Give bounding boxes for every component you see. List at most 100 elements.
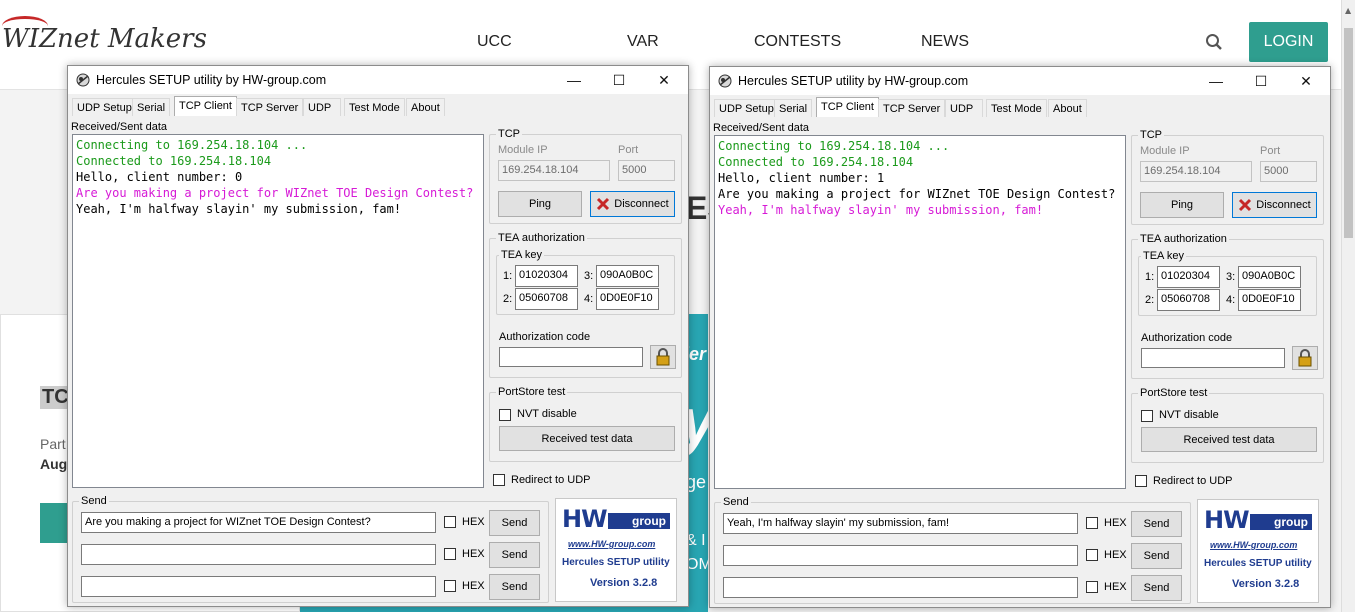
nav-news[interactable]: NEWS [921,33,969,51]
authorization-code-field[interactable] [499,347,643,367]
hw-logo-mark: HW [562,505,608,533]
portstore-title: PortStore test [496,386,568,398]
contest-card-button[interactable] [40,503,70,543]
port-field[interactable]: 5000 [618,160,675,181]
title-bar[interactable]: Hercules SETUP utility by HW-group.com —… [68,66,688,94]
tab-udp-setup[interactable]: UDP Setup [714,99,779,117]
title-bar[interactable]: Hercules SETUP utility by HW-group.com —… [710,67,1330,95]
tea-key-group: TEA key 1: 01020304 3: 090A0B0C 2: 05060… [1138,250,1317,316]
window-title: Hercules SETUP utility by HW-group.com [96,73,327,87]
tab-tcp-server[interactable]: TCP Server [878,99,946,117]
send-input-1[interactable]: Are you making a project for WIZnet TOE … [81,512,436,533]
send-button-3[interactable]: Send [489,574,540,600]
terminal-message-a: Are you making a project for WIZnet TOE … [718,187,1116,201]
send-input-2[interactable] [723,545,1078,566]
page-scrollbar[interactable]: ▲ [1341,0,1355,612]
module-ip-field[interactable]: 169.254.18.104 [498,160,610,181]
hercules-app-icon [76,73,90,87]
hw-group-logo[interactable]: HW group www.HW-group.com Hercules SETUP… [555,498,677,602]
close-icon[interactable]: ✕ [1284,69,1328,93]
nvt-disable-label: NVT disable [517,408,577,420]
tab-tcp-client[interactable]: TCP Client [816,97,879,117]
minimize-icon[interactable]: — [552,68,596,92]
search-icon[interactable] [1205,33,1223,51]
send-button-2[interactable]: Send [1131,543,1182,569]
redirect-udp-checkbox[interactable] [493,474,505,486]
tea-key-number: 4: [1226,294,1236,306]
hw-utility-name: Hercules SETUP utility [1204,558,1312,569]
send-input-1[interactable]: Yeah, I'm halfway slayin' my submission,… [723,513,1078,534]
send-button-3[interactable]: Send [1131,575,1182,601]
nav-contests[interactable]: CONTESTS [754,33,841,51]
send-input-3[interactable] [81,576,436,597]
tab-serial[interactable]: Serial [774,99,813,117]
tea-key-4-field[interactable]: 0D0E0F10 [596,288,659,310]
disconnect-label: Disconnect [614,198,669,210]
send-button-1[interactable]: Send [1131,511,1182,537]
ping-button[interactable]: Ping [498,191,582,217]
redirect-udp-checkbox[interactable] [1135,475,1147,487]
page-scrollbar-thumb[interactable] [1344,28,1353,238]
tea-key-3-field[interactable]: 090A0B0C [1238,266,1301,288]
tab-about[interactable]: About [406,98,445,116]
nav-ucc[interactable]: UCC [477,33,512,51]
tea-key-number: 3: [1226,271,1236,283]
window-title: Hercules SETUP utility by HW-group.com [738,74,969,88]
hex-checkbox-2[interactable] [1086,549,1098,561]
hex-checkbox-3[interactable] [444,580,456,592]
nvt-disable-label: NVT disable [1159,409,1219,421]
close-icon[interactable]: ✕ [642,68,686,92]
send-input-2[interactable] [81,544,436,565]
port-label: Port [1260,145,1281,157]
received-test-data-button[interactable]: Received test data [1141,427,1317,452]
nvt-disable-checkbox[interactable] [499,409,511,421]
tab-about[interactable]: About [1048,99,1087,117]
tab-tcp-server[interactable]: TCP Server [236,98,304,116]
hex-checkbox-2[interactable] [444,548,456,560]
tab-udp[interactable]: UDP [945,99,983,117]
site-logo[interactable]: WIZnet Makers [2,24,207,54]
minimize-icon[interactable]: — [1194,69,1238,93]
hex-checkbox-1[interactable] [444,516,456,528]
terminal-conversation: Are you making a project for WIZnet TOE … [718,186,1122,218]
tab-tcp-client[interactable]: TCP Client [174,96,237,116]
tea-key-3-field[interactable]: 090A0B0C [596,265,659,287]
terminal-line: Connecting to 169.254.18.104 ... [76,138,308,152]
received-data-terminal[interactable]: Connecting to 169.254.18.104 ... Connecte… [714,135,1126,489]
send-button-2[interactable]: Send [489,542,540,568]
received-test-data-button[interactable]: Received test data [499,426,675,451]
send-button-1[interactable]: Send [489,510,540,536]
send-input-3[interactable] [723,577,1078,598]
login-button[interactable]: LOGIN [1249,22,1328,62]
tea-authorization-title: TEA authorization [1138,233,1229,245]
hex-checkbox-1[interactable] [1086,517,1098,529]
hex-checkbox-3[interactable] [1086,581,1098,593]
scroll-up-icon[interactable]: ▲ [1345,6,1351,15]
tab-udp[interactable]: UDP [303,98,341,116]
lock-button[interactable] [650,345,676,369]
tab-udp-setup[interactable]: UDP Setup [72,98,137,116]
tea-key-1-field[interactable]: 01020304 [515,265,578,287]
hw-group-url[interactable]: www.HW-group.com [1210,540,1297,550]
tea-key-2-field[interactable]: 05060708 [1157,289,1220,311]
tea-key-1-field[interactable]: 01020304 [1157,266,1220,288]
port-field[interactable]: 5000 [1260,161,1317,182]
disconnect-button[interactable]: Disconnect [1232,192,1317,218]
maximize-icon[interactable]: ☐ [597,68,641,92]
hw-group-url[interactable]: www.HW-group.com [568,539,655,549]
hw-group-logo[interactable]: HW group www.HW-group.com Hercules SETUP… [1197,499,1319,603]
maximize-icon[interactable]: ☐ [1239,69,1283,93]
nvt-disable-checkbox[interactable] [1141,410,1153,422]
tab-serial[interactable]: Serial [132,98,171,116]
tab-test-mode[interactable]: Test Mode [344,98,405,116]
module-ip-field[interactable]: 169.254.18.104 [1140,161,1252,182]
tab-test-mode[interactable]: Test Mode [986,99,1047,117]
nav-var[interactable]: VAR [627,33,659,51]
received-data-terminal[interactable]: Connecting to 169.254.18.104 ... Connecte… [72,134,484,488]
authorization-code-field[interactable] [1141,348,1285,368]
ping-button[interactable]: Ping [1140,192,1224,218]
lock-button[interactable] [1292,346,1318,370]
tea-key-2-field[interactable]: 05060708 [515,288,578,310]
disconnect-button[interactable]: Disconnect [590,191,675,217]
tea-key-4-field[interactable]: 0D0E0F10 [1238,289,1301,311]
